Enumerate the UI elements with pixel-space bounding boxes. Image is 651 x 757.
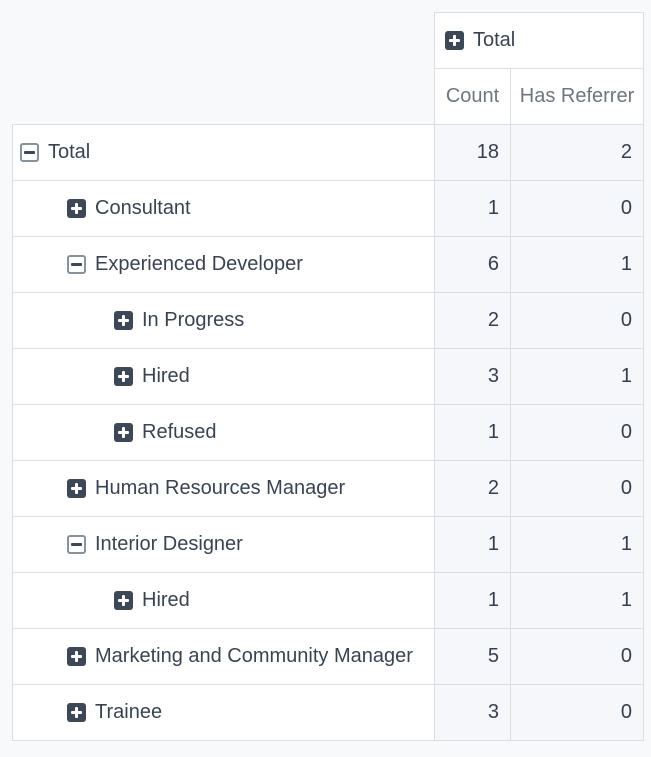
count-cell: 2 [435, 293, 511, 349]
count-cell: 1 [435, 517, 511, 573]
expand-collapse-icon [67, 535, 86, 554]
row-label: Marketing and Community Manager [95, 645, 413, 668]
row-header-human-resources-manager[interactable]: Human Resources Manager [13, 461, 435, 517]
row-header-total[interactable]: Total [13, 125, 435, 181]
row-header-consultant[interactable]: Consultant [13, 181, 435, 237]
pivot-table-container: Total Count Has Referrer Total 18 2 [12, 12, 644, 741]
expand-collapse-icon [67, 703, 86, 722]
expand-collapse-icon [114, 367, 133, 386]
row-header-trainee[interactable]: Trainee [13, 685, 435, 741]
expand-collapse-icon [114, 311, 133, 330]
row-header-experienced-developer[interactable]: Experienced Developer [13, 237, 435, 293]
has-referrer-cell: 1 [511, 573, 644, 629]
has-referrer-cell: 1 [511, 349, 644, 405]
count-cell: 3 [435, 349, 511, 405]
table-row: Trainee 3 0 [13, 685, 644, 741]
count-cell: 1 [435, 573, 511, 629]
expand-collapse-icon [114, 423, 133, 442]
row-header-marketing-and-community-manager[interactable]: Marketing and Community Manager [13, 629, 435, 685]
row-label: Hired [142, 365, 190, 388]
table-row: Interior Designer 1 1 [13, 517, 644, 573]
count-cell: 2 [435, 461, 511, 517]
table-row: Total 18 2 [13, 125, 644, 181]
measure-header-count[interactable]: Count [435, 69, 511, 125]
row-label: Human Resources Manager [95, 477, 345, 500]
row-header-refused[interactable]: Refused [13, 405, 435, 461]
row-label: Experienced Developer [95, 253, 303, 276]
expand-collapse-icon [67, 479, 86, 498]
row-header-hired-interior[interactable]: Hired [13, 573, 435, 629]
row-label: In Progress [142, 309, 244, 332]
expand-collapse-icon [67, 255, 86, 274]
row-label: Interior Designer [95, 533, 243, 556]
column-group-header-row: Total [13, 13, 644, 69]
expand-collapse-icon [67, 199, 86, 218]
expand-collapse-icon [114, 591, 133, 610]
has-referrer-cell: 1 [511, 237, 644, 293]
row-header-in-progress[interactable]: In Progress [13, 293, 435, 349]
expand-collapse-icon [67, 647, 86, 666]
count-cell: 3 [435, 685, 511, 741]
row-label: Refused [142, 421, 217, 444]
has-referrer-cell: 0 [511, 685, 644, 741]
plus-square-icon [445, 31, 464, 50]
has-referrer-cell: 0 [511, 405, 644, 461]
row-label: Consultant [95, 197, 191, 220]
count-cell: 6 [435, 237, 511, 293]
count-cell: 1 [435, 181, 511, 237]
has-referrer-cell: 0 [511, 461, 644, 517]
has-referrer-cell: 0 [511, 629, 644, 685]
has-referrer-cell: 2 [511, 125, 644, 181]
corner-cell [13, 13, 435, 125]
row-label: Trainee [95, 701, 162, 724]
table-row: Human Resources Manager 2 0 [13, 461, 644, 517]
table-row: Refused 1 0 [13, 405, 644, 461]
has-referrer-cell: 0 [511, 293, 644, 349]
table-row: In Progress 2 0 [13, 293, 644, 349]
total-column-label: Total [473, 29, 515, 52]
row-header-interior-designer[interactable]: Interior Designer [13, 517, 435, 573]
row-header-hired[interactable]: Hired [13, 349, 435, 405]
pivot-table: Total Count Has Referrer Total 18 2 [12, 12, 644, 741]
table-row: Marketing and Community Manager 5 0 [13, 629, 644, 685]
count-cell: 1 [435, 405, 511, 461]
row-label: Hired [142, 589, 190, 612]
has-referrer-cell: 1 [511, 517, 644, 573]
count-cell: 18 [435, 125, 511, 181]
measure-header-has-referrer[interactable]: Has Referrer [511, 69, 644, 125]
table-row: Consultant 1 0 [13, 181, 644, 237]
expand-collapse-icon [20, 143, 39, 162]
count-cell: 5 [435, 629, 511, 685]
row-label: Total [48, 141, 90, 164]
total-column-header[interactable]: Total [435, 13, 644, 69]
table-row: Hired 1 1 [13, 573, 644, 629]
has-referrer-cell: 0 [511, 181, 644, 237]
table-row: Hired 3 1 [13, 349, 644, 405]
table-row: Experienced Developer 6 1 [13, 237, 644, 293]
